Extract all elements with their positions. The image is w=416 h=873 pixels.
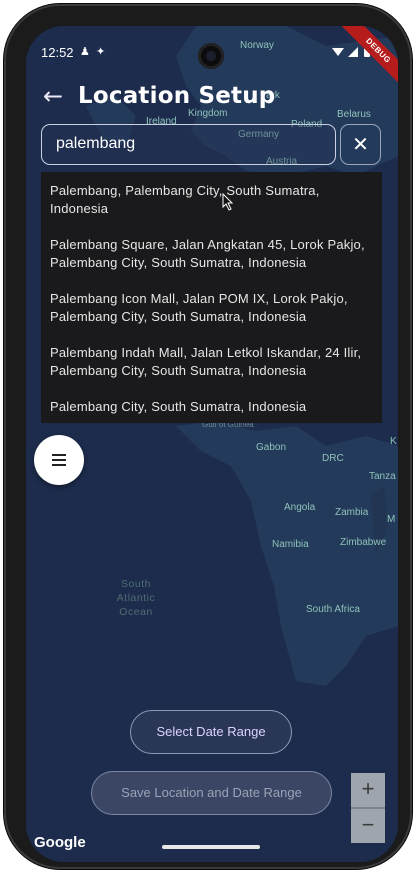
map-label-kenya: K — [390, 436, 397, 447]
map-label-zambia: Zambia — [335, 507, 369, 518]
location-search-input[interactable]: palembang — [41, 124, 336, 165]
suggestions-list: Palembang, Palembang City, South Sumatra… — [41, 172, 382, 423]
suggestion-item[interactable]: Palembang Square, Jalan Angkatan 45, Lor… — [50, 236, 370, 272]
wifi-icon — [332, 48, 344, 56]
arrow-left-icon[interactable]: ← — [40, 82, 66, 110]
menu-button[interactable] — [34, 435, 84, 485]
close-icon: ✕ — [352, 132, 369, 156]
map-label-south-africa: South Africa — [306, 604, 360, 615]
map-label-angola: Angola — [284, 502, 316, 513]
app-screen: Norway ark Kingdom Ireland Germany Polan… — [26, 26, 398, 862]
lock-icon: ♟ — [80, 45, 90, 58]
page-title: Location Setup — [78, 83, 276, 109]
suggestion-item[interactable]: Palembang, Palembang City, South Sumatra… — [50, 182, 370, 218]
map-label-drc: DRC — [322, 453, 344, 464]
front-camera — [198, 43, 224, 69]
app-header: ← Location Setup — [40, 78, 275, 114]
google-logo: Google — [34, 834, 86, 851]
zoom-out-button[interactable]: − — [351, 809, 385, 843]
select-date-range-button[interactable]: Select Date Range — [130, 710, 292, 754]
map-label-tanzania: Tanza — [369, 471, 396, 482]
suggestion-item[interactable]: Palembang Indah Mall, Jalan Letkol Iskan… — [50, 344, 370, 380]
map-label-ocean: South Atlantic Ocean — [116, 578, 156, 618]
map-label-mozambique: M — [387, 514, 396, 525]
save-location-button[interactable]: Save Location and Date Range — [91, 771, 332, 815]
mouse-pointer-icon — [222, 193, 234, 211]
zoom-in-button[interactable]: + — [351, 773, 385, 807]
signal-icon — [348, 47, 358, 57]
map-label-zimbabwe: Zimbabwe — [340, 537, 387, 548]
home-indicator[interactable] — [162, 845, 260, 849]
map-label-gabon: Gabon — [256, 442, 287, 453]
clear-search-button[interactable]: ✕ — [340, 124, 381, 165]
map-label-belarus: Belarus — [337, 109, 371, 120]
zoom-controls: + − — [351, 773, 385, 843]
suggestion-item[interactable]: Palembang City, South Sumatra, Indonesia — [50, 398, 370, 416]
status-time: 12:52 — [41, 45, 74, 60]
phone-frame: Norway ark Kingdom Ireland Germany Polan… — [4, 4, 412, 869]
sparkle-icon: ✦ — [96, 45, 106, 58]
map-label-namibia: Namibia — [272, 539, 309, 550]
suggestion-item[interactable]: Palembang Icon Mall, Jalan POM IX, Lorok… — [50, 290, 370, 326]
